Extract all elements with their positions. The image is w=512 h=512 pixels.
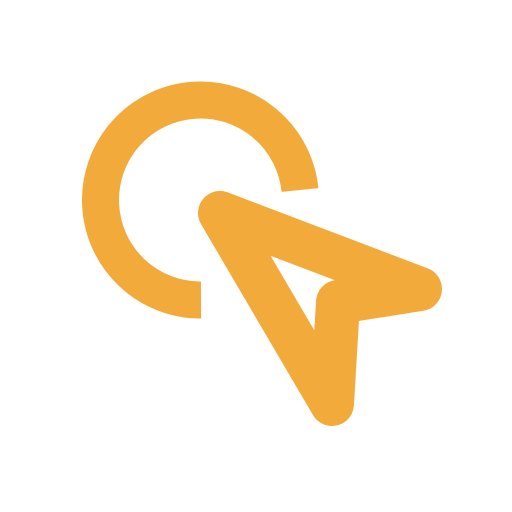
icon-canvas bbox=[0, 0, 512, 512]
mouse-pointer-icon bbox=[198, 191, 442, 426]
click-cursor-icon-svg bbox=[82, 81, 442, 426]
click-cursor-icon bbox=[0, 0, 512, 512]
